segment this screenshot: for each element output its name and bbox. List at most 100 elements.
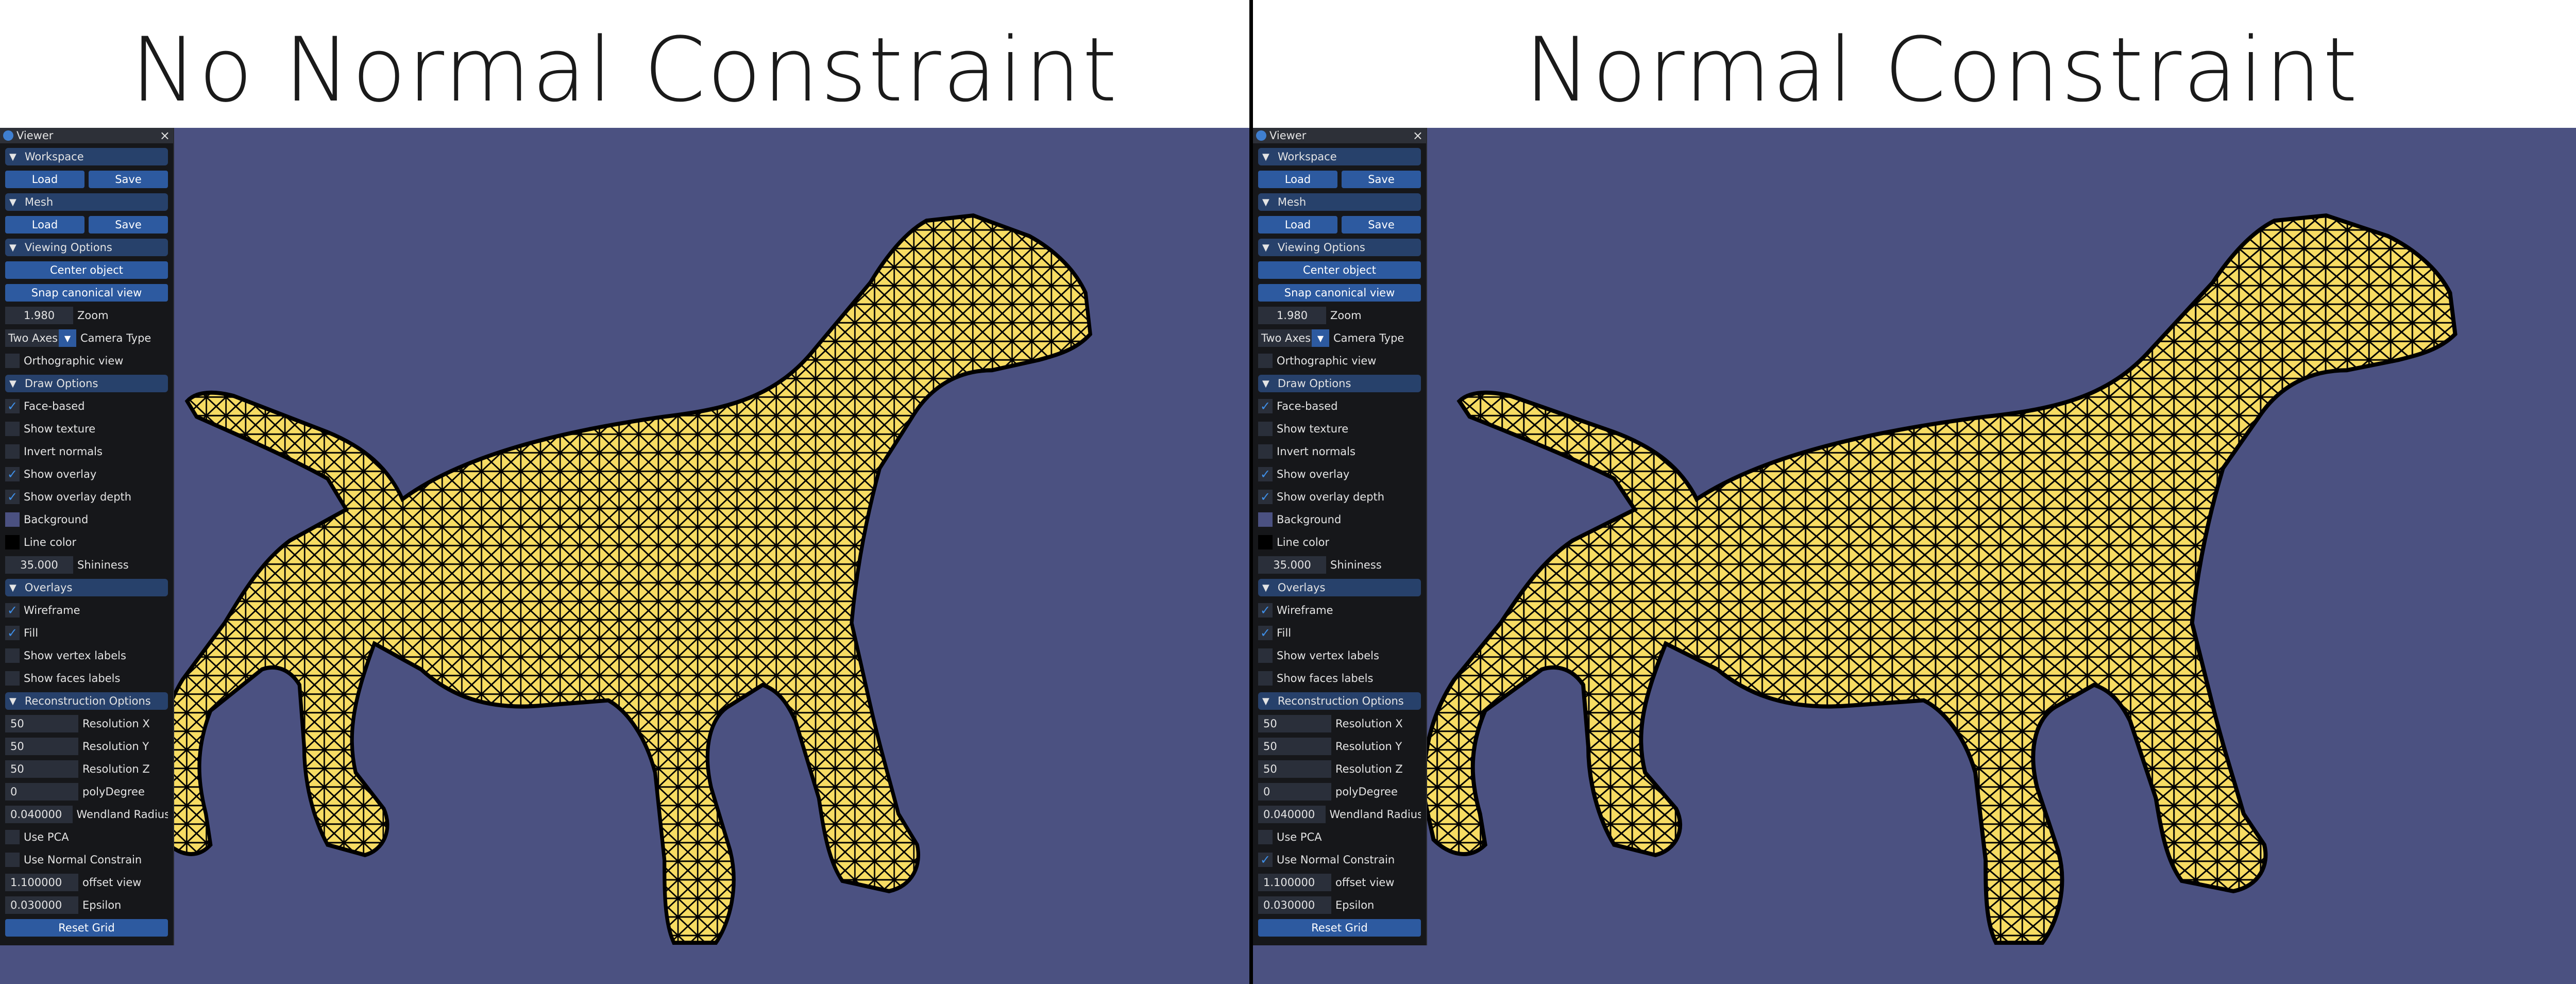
workspace-save-button[interactable]: Save [89,171,168,188]
resolution-y-input[interactable]: 50 [5,738,78,755]
snap-canonical-view-button[interactable]: Snap canonical view [1258,284,1421,302]
viewing-options-header[interactable]: ▼ Viewing Options [1258,239,1421,256]
poly-degree-input[interactable]: 0 [5,783,78,800]
workspace-header[interactable]: ▼ Workspace [1258,148,1421,165]
show-texture-checkbox[interactable] [5,422,20,436]
show-overlay-checkbox[interactable]: ✓ [1258,467,1273,481]
reconstruction-options-header[interactable]: ▼ Reconstruction Options [1258,692,1421,710]
dropdown-arrow-icon[interactable]: ▼ [1312,329,1329,347]
face-based-checkbox[interactable]: ✓ [5,399,20,413]
fill-label: Fill [1277,627,1292,639]
vertex-labels-label: Show vertex labels [24,649,126,662]
resolution-z-input[interactable]: 50 [5,760,78,778]
show-overlay-label: Show overlay [1277,468,1350,480]
resolution-y-input[interactable]: 50 [1258,738,1331,755]
draw-options-header[interactable]: ▼ Draw Options [1258,375,1421,392]
show-texture-checkbox[interactable] [1258,422,1273,436]
mesh-save-button[interactable]: Save [89,216,168,234]
collapse-arrow-icon: ▼ [9,582,16,593]
mesh-header[interactable]: ▼ Mesh [1258,193,1421,211]
dog-mesh [1421,213,2458,945]
workspace-header[interactable]: ▼ Workspace [5,148,168,165]
background-color-swatch[interactable] [1258,512,1273,527]
resolution-z-label: Resolution Z [82,763,150,775]
epsilon-input[interactable]: 0.030000 [1258,896,1331,914]
offset-view-input[interactable]: 1.100000 [1258,874,1331,891]
orthographic-checkbox[interactable] [1258,354,1273,368]
wireframe-checkbox[interactable]: ✓ [1258,603,1273,618]
center-object-button[interactable]: Center object [5,261,168,279]
wendland-radius-input[interactable]: 0.040000 [5,806,73,823]
reset-grid-button[interactable]: Reset Grid [1258,919,1421,937]
panel-titlebar[interactable]: Viewer × [0,128,173,143]
invert-normals-checkbox[interactable] [5,444,20,459]
collapse-arrow-icon: ▼ [9,242,16,253]
background-color-swatch[interactable] [5,512,20,527]
zoom-input[interactable]: 1.980 [1258,307,1326,324]
center-object-button[interactable]: Center object [1258,261,1421,279]
close-icon[interactable]: × [160,129,170,142]
show-texture-label: Show texture [1277,423,1349,435]
use-pca-checkbox[interactable] [1258,830,1273,844]
camera-type-select[interactable]: Two Axes ▼ [1258,329,1329,347]
overlays-header[interactable]: ▼ Overlays [1258,579,1421,596]
resolution-x-input[interactable]: 50 [1258,715,1331,732]
comparison-title: No Normal Constraint [130,18,1119,122]
draw-options-header[interactable]: ▼ Draw Options [5,375,168,392]
orthographic-checkbox[interactable] [5,354,20,368]
viewer-viewport[interactable]: Viewer × ▼ Workspace Load Save ▼ Mesh Load S… [1253,128,2576,984]
line-color-swatch[interactable] [1258,535,1273,549]
collapse-arrow-icon: ▼ [9,196,16,208]
workspace-save-button[interactable]: Save [1342,171,1421,188]
resolution-y-label: Resolution Y [1335,740,1402,753]
line-color-swatch[interactable] [5,535,20,549]
epsilon-input[interactable]: 0.030000 [5,896,78,914]
workspace-load-button[interactable]: Load [1258,171,1337,188]
vertex-labels-checkbox[interactable] [1258,648,1273,663]
show-overlay-depth-checkbox[interactable]: ✓ [1258,490,1273,504]
wireframe-checkbox[interactable]: ✓ [5,603,20,618]
wendland-radius-input[interactable]: 0.040000 [1258,806,1326,823]
use-normal-constrain-checkbox[interactable]: ✓ [1258,853,1273,867]
camera-type-select[interactable]: Two Axes ▼ [5,329,76,347]
use-normal-constrain-checkbox[interactable] [5,853,20,867]
panel-titlebar[interactable]: Viewer × [1253,128,1426,143]
background-label: Background [1277,513,1342,526]
face-based-checkbox[interactable]: ✓ [1258,399,1273,413]
mesh-save-button[interactable]: Save [1342,216,1421,234]
viewer-viewport[interactable]: Viewer × ▼ Workspace Load Save ▼ Mesh Load S… [0,128,1249,984]
fill-checkbox[interactable]: ✓ [5,626,20,640]
reconstruction-options-header[interactable]: ▼ Reconstruction Options [5,692,168,710]
zoom-input[interactable]: 1.980 [5,307,73,324]
workspace-load-button[interactable]: Load [5,171,84,188]
mesh-load-button[interactable]: Load [5,216,84,234]
fill-checkbox[interactable]: ✓ [1258,626,1273,640]
use-pca-checkbox[interactable] [5,830,20,844]
show-overlay-depth-checkbox[interactable]: ✓ [5,490,20,504]
vertex-labels-checkbox[interactable] [5,648,20,663]
faces-labels-checkbox[interactable] [5,671,20,686]
show-overlay-checkbox[interactable]: ✓ [5,467,20,481]
vertex-labels-label: Show vertex labels [1277,649,1379,662]
panel-title: Viewer [1269,129,1307,142]
mesh-load-button[interactable]: Load [1258,216,1337,234]
resolution-x-input[interactable]: 50 [5,715,78,732]
faces-labels-checkbox[interactable] [1258,671,1273,686]
offset-view-input[interactable]: 1.100000 [5,874,78,891]
mesh-header[interactable]: ▼ Mesh [5,193,168,211]
poly-degree-label: polyDegree [82,786,145,798]
viewing-options-header[interactable]: ▼ Viewing Options [5,239,168,256]
close-icon[interactable]: × [1413,129,1423,142]
panel-title: Viewer [16,129,54,142]
invert-normals-checkbox[interactable] [1258,444,1273,459]
overlays-header[interactable]: ▼ Overlays [5,579,168,596]
snap-canonical-view-button[interactable]: Snap canonical view [5,284,168,302]
poly-degree-input[interactable]: 0 [1258,783,1331,800]
resolution-z-input[interactable]: 50 [1258,760,1331,778]
reset-grid-button[interactable]: Reset Grid [5,919,168,937]
dropdown-arrow-icon[interactable]: ▼ [59,329,76,347]
shininess-input[interactable]: 35.000 [5,556,73,574]
line-color-label: Line color [1277,536,1330,548]
shininess-input[interactable]: 35.000 [1258,556,1326,574]
face-based-label: Face-based [1277,400,1338,412]
